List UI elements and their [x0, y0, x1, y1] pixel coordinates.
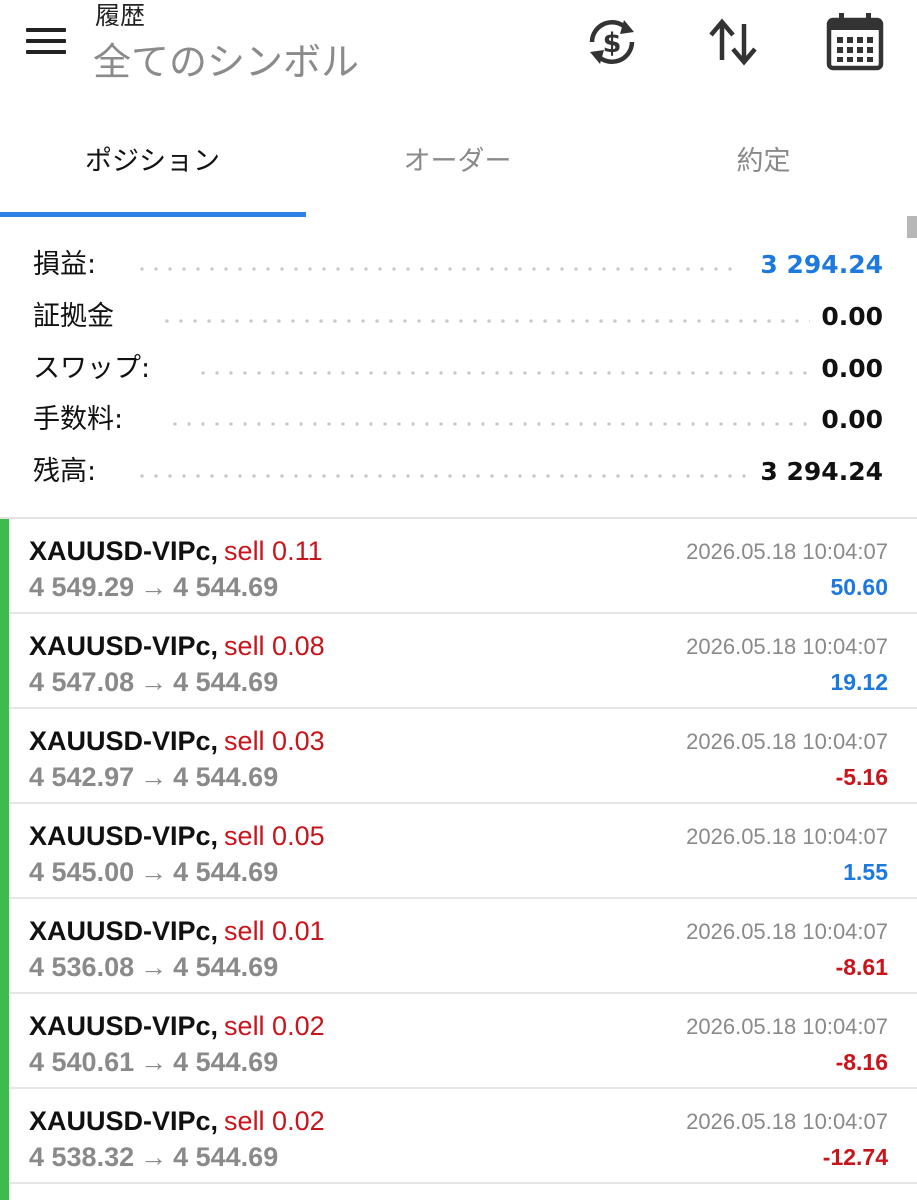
position-profit: -8.61: [835, 954, 888, 980]
scrollbar[interactable]: [907, 216, 917, 238]
tab-deals[interactable]: 約定: [611, 112, 916, 215]
symbol-filter[interactable]: 全てのシンボル: [93, 36, 359, 88]
open-price: 4 538.32: [29, 1142, 135, 1172]
open-price: 4 542.97: [29, 762, 135, 792]
current-price: 4 544.69: [173, 762, 279, 792]
current-price: 4 544.69: [173, 667, 279, 697]
margin-label: 証拠金: [33, 291, 122, 343]
arrow-right-icon: →: [140, 1142, 168, 1172]
position-side: sell 0.11: [224, 536, 323, 566]
position-symbol: XAUUSD-VIPc,: [29, 536, 219, 566]
dotted-leader: [135, 474, 755, 478]
position-side: sell 0.02: [224, 1106, 325, 1136]
open-price: 4 547.08: [29, 667, 135, 697]
tab-bar: ポジション オーダー 約定: [0, 112, 917, 218]
summary-row-balance: 残高: 3 294.24: [0, 446, 917, 498]
position-profit: 19.12: [830, 669, 888, 695]
position-symbol: XAUUSD-VIPc,: [29, 821, 219, 851]
current-price: 4 544.69: [173, 572, 279, 602]
position-row[interactable]: XAUUSD-VIPc, sell 0.05 4 545.00 → 4 544.69 …: [9, 804, 917, 899]
arrow-right-icon: →: [140, 572, 168, 602]
open-price: 4 545.00: [29, 857, 135, 887]
arrow-right-icon: →: [140, 1047, 168, 1077]
balance-value: 3 294.24: [760, 457, 883, 486]
calendar-icon[interactable]: [823, 10, 887, 74]
commission-label: 手数料:: [33, 394, 132, 446]
page-title: 履歴: [95, 1, 146, 30]
position-profit: -8.16: [835, 1049, 888, 1075]
balance-label: 残高:: [33, 446, 105, 498]
position-time: 2026.05.18 10:04:07: [686, 729, 888, 754]
position-time: 2026.05.18 10:04:07: [686, 1014, 888, 1039]
position-time: 2026.05.18 10:04:07: [686, 634, 888, 659]
current-price: 4 544.69: [173, 1047, 279, 1077]
position-row[interactable]: XAUUSD-VIPc, sell 0.08 4 547.08 → 4 544.69 …: [9, 614, 917, 709]
tab-orders[interactable]: オーダー: [305, 112, 610, 215]
position-side: sell 0.08: [224, 631, 325, 661]
commission-value: 0.00: [821, 405, 883, 434]
svg-text:$: $: [603, 28, 622, 59]
position-row[interactable]: XAUUSD-VIPc, sell 0.01 4 536.08 → 4 544.69 …: [9, 899, 917, 994]
position-profit: 1.55: [843, 859, 888, 885]
arrow-right-icon: →: [140, 667, 168, 697]
summary-row-swap: スワップ: 0.00: [0, 343, 917, 395]
position-side: sell 0.02: [224, 1011, 325, 1041]
position-symbol: XAUUSD-VIPc,: [29, 726, 219, 756]
position-row[interactable]: XAUUSD-VIPc, sell 0.03 4 542.97 → 4 544.69 …: [9, 709, 917, 804]
position-symbol: XAUUSD-VIPc,: [29, 1106, 219, 1136]
position-side: sell 0.01: [224, 916, 325, 946]
dotted-leader: [160, 319, 810, 323]
dotted-leader: [168, 422, 810, 426]
current-price: 4 544.69: [173, 1142, 279, 1172]
position-profit: -12.74: [822, 1144, 888, 1170]
current-price: 4 544.69: [173, 857, 279, 887]
position-row[interactable]: XAUUSD-VIPc, sell 0.02 4 538.32 → 4 544.69 …: [9, 1089, 917, 1184]
current-price: 4 544.69: [173, 952, 279, 982]
position-time: 2026.05.18 10:04:07: [686, 919, 888, 944]
open-price: 4 549.29: [29, 572, 135, 602]
open-price: 4 536.08: [29, 952, 135, 982]
menu-icon[interactable]: [24, 24, 68, 58]
position-row[interactable]: XAUUSD-VIPc, sell 0.02 4 540.61 → 4 544.69 …: [9, 994, 917, 1089]
dotted-leader: [135, 267, 735, 271]
position-time: 2026.05.18 10:04:07: [686, 1109, 888, 1134]
summary-row-margin: 証拠金 0.00: [0, 291, 917, 343]
position-time: 2026.05.18 10:04:07: [686, 539, 888, 564]
app-header: 履歴 全てのシンボル $: [0, 0, 917, 112]
dotted-leader: [196, 371, 810, 375]
position-profit: -5.16: [835, 764, 888, 790]
summary-row-commission: 手数料: 0.00: [0, 394, 917, 446]
arrow-right-icon: →: [140, 857, 168, 887]
sort-icon[interactable]: [704, 12, 764, 72]
position-symbol: XAUUSD-VIPc,: [29, 916, 219, 946]
position-row[interactable]: XAUUSD-VIPc, sell 0.11 4 549.29 → 4 544.69 …: [9, 519, 917, 614]
position-time: 2026.05.18 10:04:07: [686, 824, 888, 849]
position-symbol: XAUUSD-VIPc,: [29, 1011, 219, 1041]
arrow-right-icon: →: [140, 762, 168, 792]
tab-positions[interactable]: ポジション: [0, 112, 305, 215]
active-tab-indicator: [0, 212, 306, 217]
position-side: sell 0.05: [224, 821, 325, 851]
position-symbol: XAUUSD-VIPc,: [29, 631, 219, 661]
profit-label: 損益:: [33, 239, 105, 291]
swap-value: 0.00: [821, 354, 883, 383]
currency-exchange-icon[interactable]: $: [582, 12, 642, 72]
open-positions-indicator: [0, 519, 9, 1200]
position-side: sell 0.03: [224, 726, 325, 756]
arrow-right-icon: →: [140, 952, 168, 982]
position-profit: 50.60: [830, 574, 888, 600]
swap-label: スワップ:: [33, 343, 159, 395]
profit-value: 3 294.24: [760, 250, 883, 279]
positions-list: XAUUSD-VIPc, sell 0.11 4 549.29 → 4 544.69 …: [9, 519, 917, 1184]
open-price: 4 540.61: [29, 1047, 135, 1077]
summary-row-profit: 損益: 3 294.24: [0, 239, 917, 291]
margin-value: 0.00: [821, 302, 883, 331]
